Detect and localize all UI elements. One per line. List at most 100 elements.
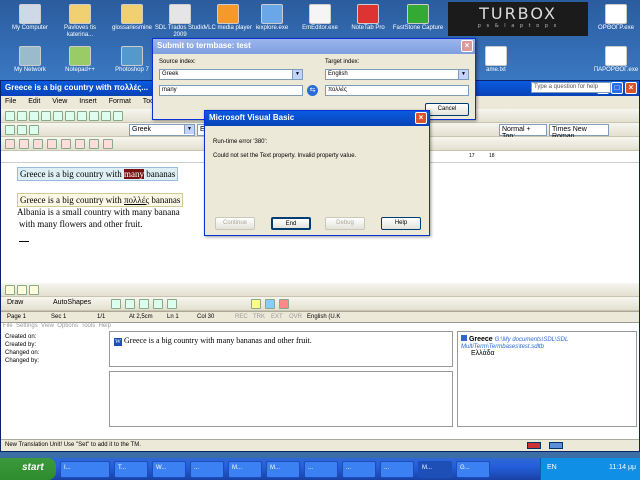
draw-menu[interactable]: Draw (7, 299, 23, 306)
close-button[interactable]: × (625, 82, 637, 94)
trados-next-icon[interactable] (19, 139, 29, 149)
print-view-icon[interactable] (29, 285, 39, 295)
copy-icon[interactable] (77, 111, 87, 121)
trados-open-icon[interactable] (33, 139, 43, 149)
trados-set-icon[interactable] (61, 139, 71, 149)
tb-statusbar: New Translation Unit! Use "Set" to add i… (1, 439, 639, 451)
font-combo[interactable]: Times New Roman (549, 124, 609, 140)
arrow-icon[interactable] (125, 299, 135, 309)
rectangle-icon[interactable] (139, 299, 149, 309)
vb-close-button[interactable]: × (415, 112, 427, 124)
normal-view-icon[interactable] (5, 285, 15, 295)
textbox-icon[interactable] (167, 299, 177, 309)
desktop-icon-notepadpp[interactable]: Notepad++ (52, 46, 108, 74)
target-term-input[interactable]: πολλές (325, 85, 469, 96)
term-entry-icon (461, 335, 467, 341)
trados-copy-icon[interactable] (75, 139, 85, 149)
desktop-icon-faststone[interactable]: FastStone Capture (390, 4, 446, 32)
task-11[interactable]: G... (456, 461, 490, 478)
line-icon[interactable] (111, 299, 121, 309)
task-8[interactable]: ... (342, 461, 376, 478)
autoshapes-menu[interactable]: AutoShapes (53, 299, 91, 306)
vb-continue-button[interactable]: Continue (215, 217, 255, 230)
task-5[interactable]: M... (228, 461, 262, 478)
drawing-toolbar: Draw AutoShapes (1, 297, 639, 311)
source-segment[interactable]: Greece is a big country with many banana… (17, 167, 179, 181)
target-index-label: Target index: (325, 59, 360, 65)
status-language[interactable]: English (U.K (307, 314, 340, 320)
task-4[interactable]: ... (190, 461, 224, 478)
translate-icon[interactable] (5, 125, 15, 135)
spelling-icon[interactable] (53, 111, 63, 121)
open-get-icon[interactable] (29, 125, 39, 135)
desktop-icon-parorthog[interactable]: ΠΑΡΟΡΘΟΓ.exe (588, 46, 640, 74)
vb-end-button[interactable]: End (271, 217, 311, 230)
task-7[interactable]: ... (304, 461, 338, 478)
status-rec[interactable]: REC (235, 314, 248, 320)
word-icon: W (114, 338, 122, 346)
word-title: Greece is a big country with πολλές... (5, 83, 149, 92)
print-icon[interactable] (41, 111, 51, 121)
menu-view[interactable]: View (52, 98, 67, 105)
desktop-icon-orthogr[interactable]: ΟΡΘΟΓΡ.exe (588, 4, 640, 32)
paste-icon[interactable] (89, 111, 99, 121)
tb-source-box[interactable]: W Greece is a big country with many bana… (109, 331, 453, 367)
language-indicator[interactable]: EN (547, 464, 557, 471)
desktop-icon-folder[interactable]: Pavloves tis katerina... (52, 4, 108, 39)
style-combo[interactable]: Normal + Top: (499, 124, 547, 140)
source-language-combo[interactable]: Greek ▼ (129, 124, 195, 136)
source-index-select[interactable]: Greek ▼ (159, 69, 303, 80)
tb-target-box[interactable] (109, 371, 453, 427)
oval-icon[interactable] (153, 299, 163, 309)
menu-edit[interactable]: Edit (28, 98, 40, 105)
cut-icon[interactable] (65, 111, 75, 121)
start-button[interactable]: start (0, 458, 56, 480)
fill-color-icon[interactable] (251, 299, 261, 309)
desktop-icon-notetab[interactable]: NoteTab Pro (340, 4, 396, 32)
trados-concordance-icon[interactable] (89, 139, 99, 149)
web-view-icon[interactable] (17, 285, 27, 295)
menu-format[interactable]: Format (109, 98, 131, 105)
vb-debug-button[interactable]: Debug (325, 217, 365, 230)
task-2[interactable]: T... (114, 461, 148, 478)
system-tray: EN 11:14 μμ (540, 458, 640, 480)
trados-close-icon[interactable] (47, 139, 57, 149)
task-6[interactable]: M... (266, 461, 300, 478)
tb-hit-list[interactable]: Greece G:\My documents\SDL\SDL MultiTerm… (457, 331, 637, 427)
submit-dialog-titlebar[interactable]: Submit to termbase: test × (153, 39, 475, 54)
target-index-select[interactable]: English ▼ (325, 69, 469, 80)
vb-error-code: Run-time error '380': (213, 139, 268, 145)
vb-dialog-titlebar[interactable]: Microsoft Visual Basic × (205, 111, 429, 126)
desktop-icon-my-network[interactable]: My Network (2, 46, 58, 74)
clock[interactable]: 11:14 μμ (609, 464, 636, 471)
font-color-icon[interactable] (279, 299, 289, 309)
open-icon[interactable] (17, 111, 27, 121)
task-3[interactable]: W... (152, 461, 186, 478)
new-document-icon[interactable] (5, 111, 15, 121)
undo-icon[interactable] (101, 111, 111, 121)
status-ext[interactable]: EXT (271, 314, 283, 320)
vb-help-button[interactable]: Help (381, 217, 421, 230)
source-term-input[interactable]: many (159, 85, 303, 96)
menu-file[interactable]: File (5, 98, 16, 105)
submit-close-button[interactable]: × (461, 40, 473, 52)
desktop-icon-ame-txt[interactable]: ame.txt (468, 46, 524, 74)
task-1[interactable]: I... (60, 461, 110, 478)
help-search-input[interactable]: Type a question for help (531, 82, 611, 93)
save-icon[interactable] (29, 111, 39, 121)
maximize-button[interactable]: □ (611, 82, 623, 94)
line-color-icon[interactable] (265, 299, 275, 309)
term-icon[interactable] (17, 125, 27, 135)
status-trk[interactable]: TRK (253, 314, 265, 320)
desktop-icon-my-computer[interactable]: My Computer (2, 4, 58, 32)
task-9[interactable]: ... (380, 461, 414, 478)
menu-insert[interactable]: Insert (79, 98, 97, 105)
submit-cancel-button[interactable]: Cancel (425, 103, 469, 116)
trados-prev-icon[interactable] (5, 139, 15, 149)
status-ovr[interactable]: OVR (289, 314, 302, 320)
task-10[interactable]: M... (418, 461, 452, 478)
swap-icon[interactable]: ⇆ (307, 85, 318, 96)
target-segment[interactable]: Greece is a big country with πολλές bana… (17, 193, 184, 207)
trados-restore-icon[interactable] (103, 139, 113, 149)
redo-icon[interactable] (113, 111, 123, 121)
